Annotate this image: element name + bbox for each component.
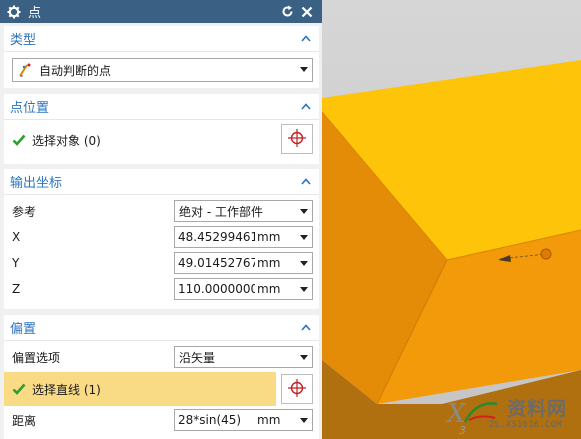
y-unit: mm (257, 256, 281, 270)
type-select-value: 自动判断的点 (39, 63, 112, 78)
offset-section: 偏置 偏置选项 沿矢量 选择直线 (1) 距离 28*sin(45) mm (4, 315, 319, 439)
z-row: Z 110.00000000 mm (4, 277, 319, 301)
point-location-header[interactable]: 点位置 (4, 94, 319, 120)
x-field[interactable]: 48.45299461 mm (174, 226, 313, 248)
distance-unit: mm (257, 413, 281, 427)
x-value[interactable]: 48.45299461 (175, 230, 255, 244)
output-coordinates-section: 输出坐标 参考 绝对 - 工作部件 X 48.45299461 mm Y 49.… (4, 169, 319, 309)
z-unit: mm (257, 282, 281, 296)
y-row: Y 49.01452767 mm (4, 251, 319, 275)
vector-dialog-button[interactable] (281, 374, 313, 404)
point-dialog-crosshair-icon (287, 128, 307, 151)
inferred-point-icon (17, 62, 33, 78)
distance-row: 距离 28*sin(45) mm (4, 408, 319, 432)
chevron-down-icon (300, 67, 308, 72)
distance-field[interactable]: 28*sin(45) mm (174, 409, 313, 431)
offset-option-select[interactable]: 沿矢量 (174, 346, 313, 368)
close-icon[interactable] (298, 3, 316, 21)
chevron-down-icon[interactable] (300, 235, 308, 240)
z-value[interactable]: 110.00000000 (175, 282, 255, 296)
z-field[interactable]: 110.00000000 mm (174, 278, 313, 300)
dialog-title: 点 (28, 6, 42, 21)
point-marker[interactable] (540, 248, 552, 260)
dialog-titlebar[interactable]: 点 (0, 0, 322, 23)
chevron-down-icon[interactable] (300, 261, 308, 266)
y-field[interactable]: 49.01452767 mm (174, 252, 313, 274)
section-title: 偏置 (10, 322, 37, 337)
chevron-down-icon (300, 209, 308, 214)
section-title: 点位置 (10, 101, 50, 116)
reference-row: 参考 绝对 - 工作部件 (4, 199, 319, 223)
watermark: X 3 资料网 ZL.XS1616.COM (445, 390, 581, 439)
y-value[interactable]: 49.01452767 (175, 256, 255, 270)
watermark-title: 资料网 (507, 398, 568, 420)
collapse-caret-icon[interactable] (299, 175, 313, 189)
offset-header[interactable]: 偏置 (4, 315, 319, 341)
check-icon (12, 133, 26, 147)
point-location-section: 点位置 选择对象 (0) (4, 94, 319, 164)
offset-option-label: 偏置选项 (12, 350, 61, 365)
type-section: 类型 自动判断的点 (4, 26, 319, 88)
distance-value[interactable]: 28*sin(45) (175, 413, 255, 427)
point-dialog: 点 类型 自动判断的点 点位置 选择对象 (0) 输出坐标 参考 绝对 - 工作… (0, 0, 322, 439)
z-label: Z (12, 282, 21, 296)
select-object-row[interactable]: 选择对象 (0) (4, 128, 319, 152)
offset-option-row: 偏置选项 沿矢量 (4, 345, 319, 369)
x-unit: mm (257, 230, 281, 244)
point-dialog-button[interactable] (281, 124, 313, 154)
point-dialog-crosshair-icon (287, 378, 307, 401)
reset-icon[interactable] (278, 3, 296, 21)
distance-label: 距离 (12, 413, 37, 428)
offset-option-value: 沿矢量 (179, 350, 216, 365)
watermark-logo-icon: X 3 (445, 399, 498, 437)
gear-icon[interactable] (6, 4, 22, 20)
svg-text:3: 3 (459, 424, 466, 437)
x-row: X 48.45299461 mm (4, 225, 319, 249)
model-view[interactable] (322, 0, 581, 439)
graphics-viewport[interactable] (322, 0, 581, 439)
select-line-label: 选择直线 (1) (32, 382, 101, 397)
type-section-header[interactable]: 类型 (4, 26, 319, 52)
reference-select-value: 绝对 - 工作部件 (179, 204, 263, 219)
section-title: 类型 (10, 33, 37, 48)
collapse-caret-icon[interactable] (299, 100, 313, 114)
reference-label: 参考 (12, 204, 37, 219)
chevron-down-icon (300, 355, 308, 360)
select-line-row[interactable]: 选择直线 (1) (4, 372, 276, 406)
y-label: Y (12, 256, 20, 270)
watermark-url: ZL.XS1616.COM (489, 420, 563, 430)
collapse-caret-icon[interactable] (299, 321, 313, 335)
chevron-down-icon[interactable] (300, 418, 308, 423)
output-coordinates-header[interactable]: 输出坐标 (4, 169, 319, 195)
select-object-label: 选择对象 (0) (32, 133, 101, 148)
check-icon (12, 382, 26, 396)
chevron-down-icon[interactable] (300, 287, 308, 292)
reference-select[interactable]: 绝对 - 工作部件 (174, 200, 313, 222)
section-title: 输出坐标 (10, 176, 63, 191)
x-label: X (12, 230, 21, 244)
type-select[interactable]: 自动判断的点 (12, 58, 313, 82)
collapse-caret-icon[interactable] (299, 32, 313, 46)
